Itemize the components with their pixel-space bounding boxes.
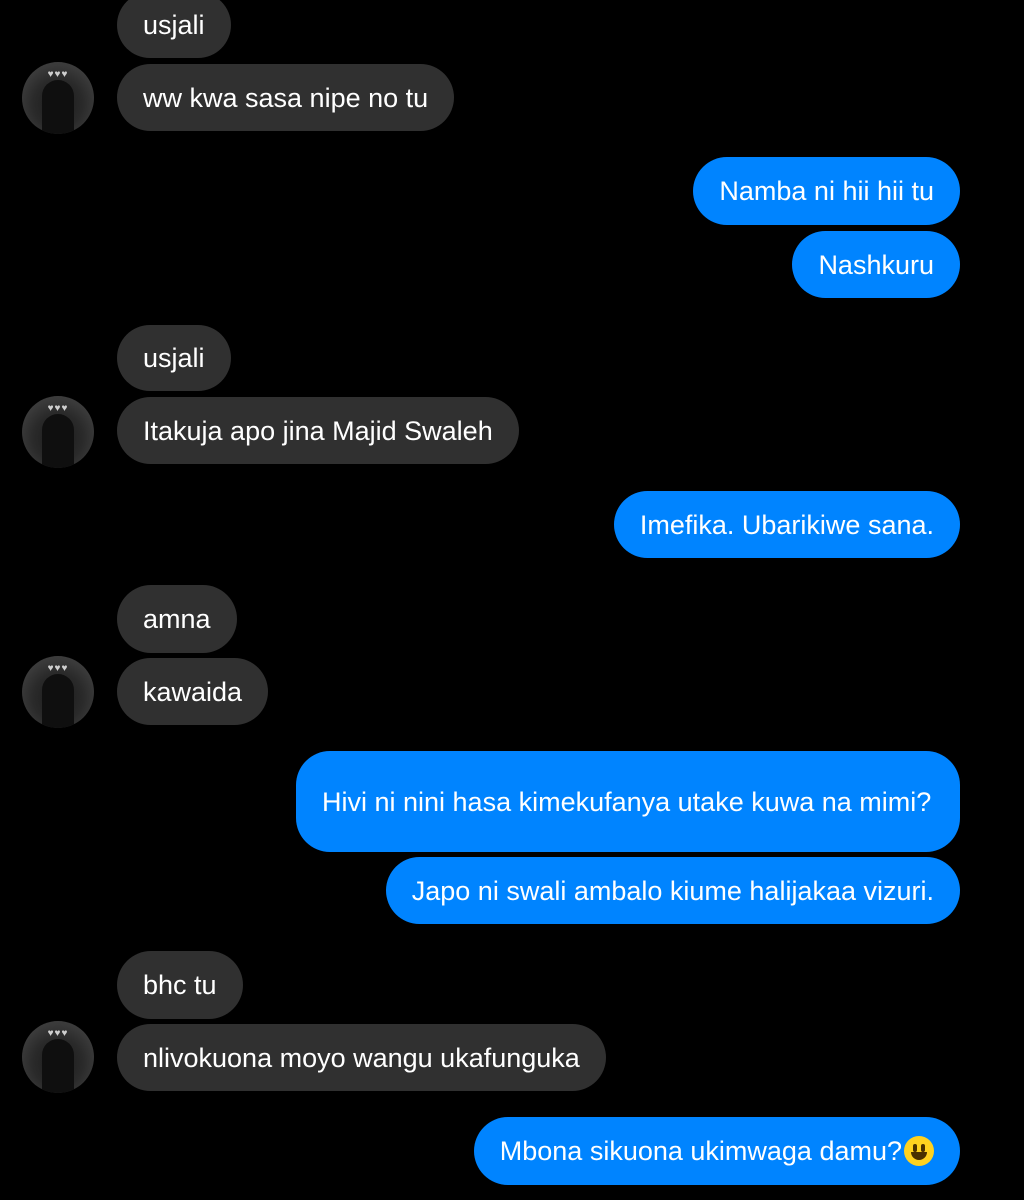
message-text: kawaida [143,676,243,707]
message-text: Hivi ni nini hasa kimekufanya utake kuwa… [322,786,932,817]
avatar-hearts-decoration: ♥♥♥ [47,403,69,414]
avatar-figure [42,674,74,728]
smiley-emoji-icon [904,1136,934,1166]
avatar-figure [42,80,74,134]
message-text: usjali [143,10,205,40]
message-received[interactable]: nlivokuona moyo wangu ukafunguka [117,1024,606,1091]
avatar-hearts-decoration: ♥♥♥ [47,1028,69,1039]
message-sent[interactable]: Hivi ni nini hasa kimekufanya utake kuwa… [296,751,960,852]
message-text: Itakuja apo jina Majid Swaleh [143,415,493,446]
message-text: usjali [143,343,205,373]
message-text: Nashkuru [818,249,934,280]
avatar-hearts-decoration: ♥♥♥ [47,69,69,80]
message-text: nlivokuona moyo wangu ukafunguka [143,1042,580,1073]
message-received[interactable]: ww kwa sasa nipe no tu [117,64,455,131]
contact-avatar[interactable]: ♥♥♥ [22,656,94,728]
message-sent[interactable]: Japo ni swali ambalo kiume halijakaa viz… [385,857,960,924]
message-received[interactable]: Itakuja apo jina Majid Swaleh [117,397,519,464]
message-received[interactable]: usjali [117,325,231,391]
message-sent[interactable]: Imefika. Ubarikiwe sana. [613,491,960,558]
message-received[interactable]: amna [117,585,237,653]
message-received[interactable]: usjali [117,0,231,58]
contact-avatar[interactable]: ♥♥♥ [22,396,94,468]
message-text: bhc tu [143,970,217,1000]
contact-avatar[interactable]: ♥♥♥ [22,62,94,134]
message-text: Imefika. Ubarikiwe sana. [639,509,934,540]
message-text: ww kwa sasa nipe no tu [143,82,429,113]
avatar-figure [42,1039,74,1093]
message-received[interactable]: kawaida [117,658,269,725]
message-text: Japo ni swali ambalo kiume halijakaa viz… [411,875,934,906]
message-received[interactable]: bhc tu [117,951,243,1019]
avatar-hearts-decoration: ♥♥♥ [47,663,69,674]
message-sent[interactable]: Nashkuru [792,231,960,298]
message-text: amna [143,604,211,634]
message-text: Namba ni hii hii tu [719,176,934,206]
contact-avatar[interactable]: ♥♥♥ [22,1021,94,1093]
message-sent[interactable]: Namba ni hii hii tu [693,157,960,225]
avatar-figure [42,414,74,468]
message-sent[interactable]: Mbona sikuona ukimwaga damu? [473,1117,960,1185]
message-text: Mbona sikuona ukimwaga damu? [499,1136,902,1166]
